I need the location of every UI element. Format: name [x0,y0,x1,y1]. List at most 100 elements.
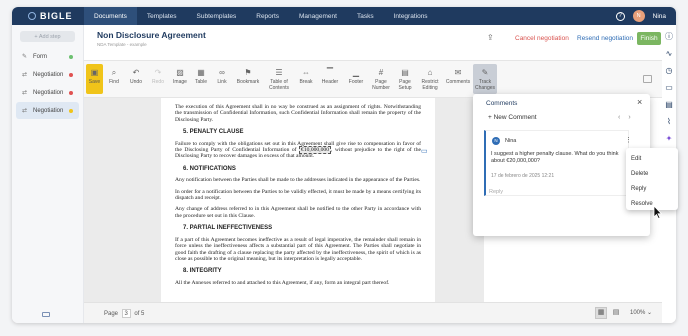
find-button[interactable]: ⌕ Find [103,64,125,94]
header-button[interactable]: ▔ Header [317,64,343,94]
nav-documents[interactable]: Documents [84,7,137,25]
status-dot [69,54,73,59]
nav-subtemplates[interactable]: Subtemplates [187,7,247,25]
nav-integrations[interactable]: Integrations [384,7,438,25]
restrict-editing-button[interactable]: ⌂ Restrict Editing [417,64,443,94]
sidebar-item-negotiation-2[interactable]: ⇄ Negotiation [16,84,79,101]
footer-button[interactable]: ▁ Footer [343,64,369,94]
break-button[interactable]: ⇔ Break [295,64,317,94]
bookmark-icon: ⚑ [244,68,252,77]
user-name[interactable]: Nina [653,13,666,20]
status-bar: Page 3 of 5 ▦ ▤ 100% ⌄ [84,302,662,323]
ai-sparkle-icon[interactable]: ✦ [664,134,674,144]
menu-item-delete[interactable]: Delete [626,167,678,182]
negotiation-icon: ⇄ [22,71,28,78]
comment-marker-icon[interactable]: ▭ [421,148,428,155]
document-subtitle: NDA Template - example [97,42,147,47]
comment-card[interactable]: N Nina ⋮ I suggest a higher penalty clau… [484,130,632,196]
undo-icon: ↶ [132,68,140,77]
nav-templates[interactable]: Templates [137,7,187,25]
reply-input[interactable]: Reply [489,189,503,195]
page-setup-icon: ▤ [401,68,409,77]
form-icon: ✎ [22,53,28,60]
status-dot [69,90,73,95]
comment-icon: ✉ [454,68,462,77]
logo-icon [28,12,36,20]
menu-item-resolve[interactable]: Resolve [626,197,678,212]
panel-toggle-icon[interactable] [643,75,652,83]
comments-button[interactable]: ✉ Comments [443,64,473,94]
sidebar-item-negotiation-3[interactable]: ⇄ Negotiation [16,102,79,119]
document-page[interactable]: The execution of this Agreement shall in… [161,98,435,302]
brand-logo[interactable]: BIGLE [12,7,84,25]
web-layout-icon[interactable]: ▤ [610,307,622,319]
track-changes-button[interactable]: ✎ Track Changes [473,64,497,94]
sidebar-item-label: Negotiation [33,71,64,78]
image-button[interactable]: ▨ Image [169,64,191,94]
chat-icon[interactable]: ▭ [664,83,674,93]
new-comment-button[interactable]: + New Comment [488,114,537,121]
brand-name: BIGLE [40,11,73,21]
close-icon[interactable]: × [637,98,642,107]
collapse-sidebar-icon[interactable] [42,312,50,317]
chevron-left-icon[interactable]: ‹ [618,114,628,121]
tool-label: Table [195,79,207,85]
tool-label: Page Setup [398,79,412,91]
menu-item-edit[interactable]: Edit [626,152,678,167]
table-button[interactable]: ▦ Table [191,64,211,94]
page-setup-button[interactable]: ▤ Page Setup [393,64,417,94]
sidebar-item-label: Negotiation [33,89,64,96]
nav-reports[interactable]: Reports [246,7,289,25]
bookmark-button[interactable]: ⚑ Bookmark [233,64,263,94]
footer-icon: ▁ [352,68,360,77]
image-icon: ▨ [176,68,184,77]
section-heading: 8. INTEGRITY [183,268,222,275]
user-avatar[interactable]: N [632,10,645,22]
tool-label: Bookmark [236,79,260,85]
chevron-right-icon[interactable]: › [628,114,638,121]
tool-label: Find [109,79,119,85]
sidebar-item-form[interactable]: ✎ Form [16,48,79,65]
undo-button[interactable]: ↶ Undo [125,64,147,94]
info-icon[interactable]: ⓘ [664,32,674,42]
redo-button[interactable]: ↷ Redo [147,64,169,94]
paragraph: The execution of this Agreement shall in… [175,104,421,123]
link-button[interactable]: ∞ Link [211,64,233,94]
page-number-input[interactable]: 3 [121,309,131,318]
table-icon: ▦ [197,68,205,77]
status-dot [69,108,73,113]
tool-label: Header [321,79,339,85]
tool-label: Comments [445,79,471,85]
add-step-button[interactable]: + Add step [20,31,75,42]
menu-item-reply[interactable]: Reply [626,182,678,197]
lock-icon: ⌂ [427,68,433,77]
nav-tasks[interactable]: Tasks [347,7,384,25]
finish-button[interactable]: Finish [637,32,661,45]
comment-pager[interactable]: ‹› [618,114,639,121]
page-indicator: Page 3 of 5 [104,309,144,318]
attachment-icon[interactable]: ⌇ [664,117,674,127]
save-button[interactable]: ▣ Save [86,64,103,94]
table-of-contents-button[interactable]: ☰ Table of Contents [263,64,295,94]
print-layout-icon[interactable]: ▦ [595,307,607,319]
status-dot [69,72,73,77]
upload-icon[interactable]: ⇪ [487,34,495,43]
tool-label: Undo [130,79,142,85]
notes-icon[interactable]: ▤ [664,100,674,110]
cancel-negotiation-button[interactable]: Cancel negotiation [509,32,575,45]
analytics-icon[interactable]: ∿ [664,49,674,59]
nav-management[interactable]: Management [289,7,347,25]
resend-negotiation-button[interactable]: Resend negotiation [571,32,639,45]
sidebar-item-negotiation-1[interactable]: ⇄ Negotiation [16,66,79,83]
help-icon[interactable]: ? [615,11,625,21]
link-icon: ∞ [219,68,225,77]
paragraph: All the Annexes referred to and attached… [175,279,390,286]
page-number-button[interactable]: # Page Number [369,64,393,94]
editor-toolbar: ▣ Save ⌕ Find ↶ Undo ↷ Redo ▨ Image ▦ Table ∞ L… [84,60,662,98]
more-options-icon[interactable]: ⋮ [625,136,632,144]
section-heading: 6. NOTIFICATIONS [183,165,236,172]
history-icon[interactable]: ◷ [664,66,674,76]
document-header: Non Disclosure Agreement NDA Template - … [84,25,676,53]
tool-label: Footer [348,79,364,85]
zoom-select[interactable]: 100% ⌄ [630,309,652,316]
